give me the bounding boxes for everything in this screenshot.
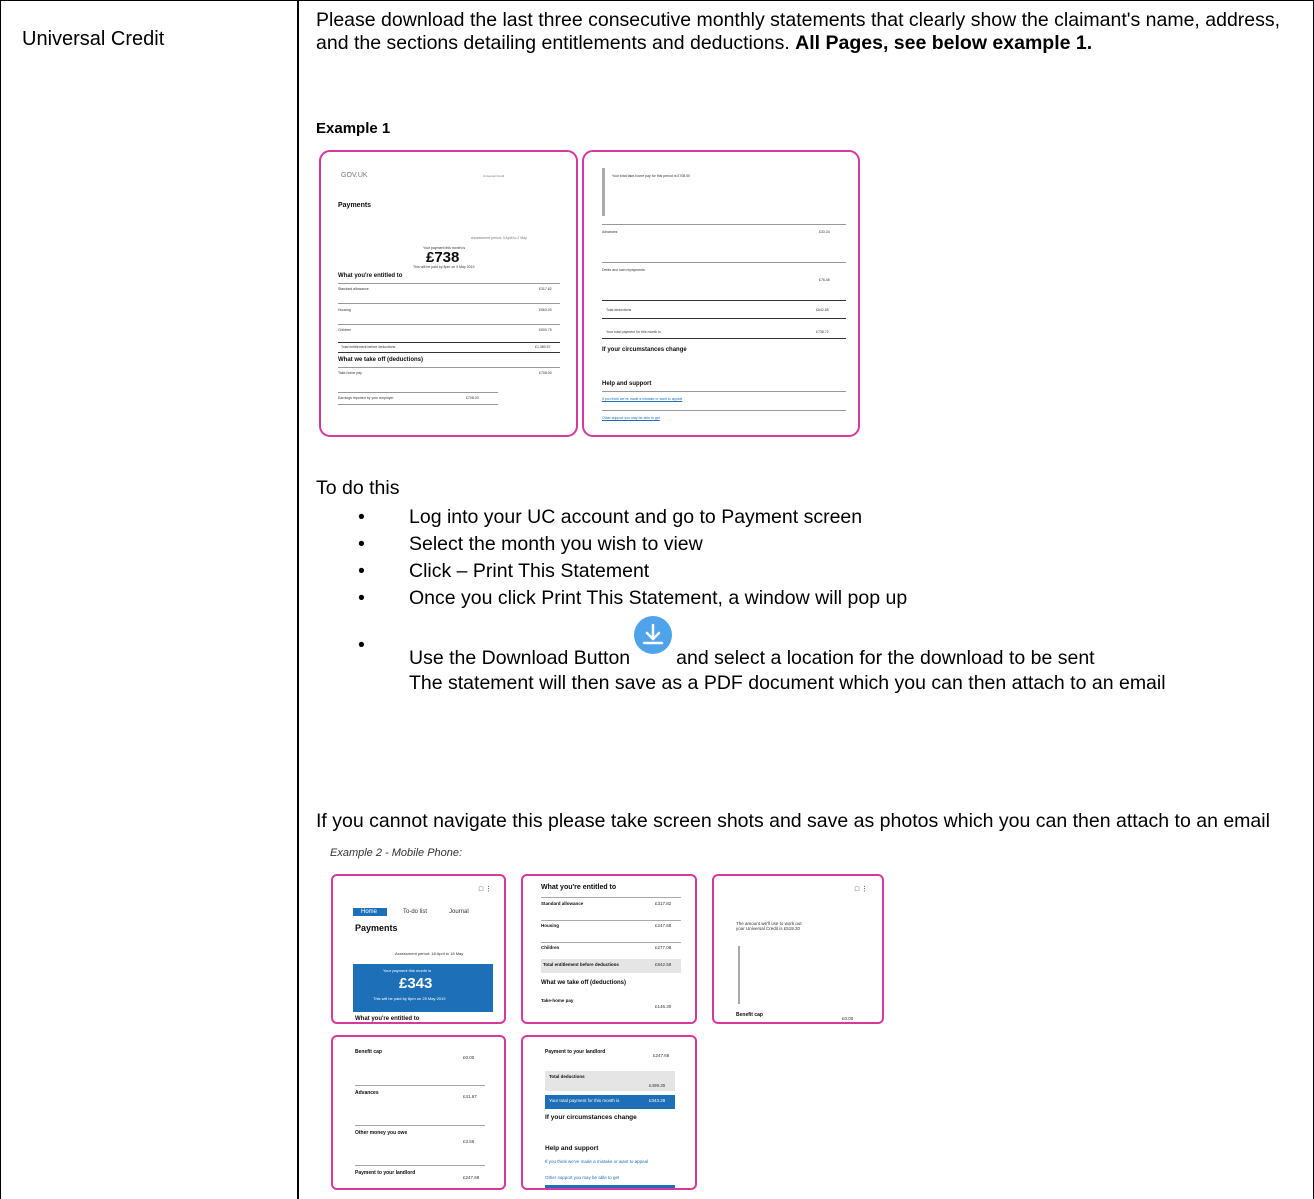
- fallback-paragraph: If you cannot navigate this please take …: [316, 810, 1270, 832]
- benefit-type-label: Universal Credit: [22, 28, 165, 50]
- example2-title: Example 2 - Mobile Phone:: [330, 847, 463, 859]
- example1-title: Example 1: [316, 120, 391, 137]
- intro-bold: All Pages, see below example 1.: [795, 32, 1093, 54]
- step-item: Select the month you wish to view: [316, 533, 1306, 556]
- todo-heading: To do this: [316, 477, 400, 499]
- phone-screenshot-2: What you're entitled to Standard allowan…: [521, 874, 697, 1024]
- step-item: Click – Print This Statement: [316, 560, 1306, 583]
- statement-amount: £738: [426, 249, 460, 266]
- phone-screenshot-5: Payment to your landlord £247.68 Total d…: [521, 1035, 697, 1190]
- steps-list: Log into your UC account and go to Payme…: [316, 506, 1306, 699]
- step-item: Log into your UC account and go to Payme…: [316, 506, 1306, 529]
- intro-paragraph: Please download the last three consecuti…: [316, 9, 1281, 54]
- appeal-link: If you think we've made a mistake or wan…: [602, 397, 683, 401]
- phone-screenshot-3: □ ⋮ The amount we'll use to work out you…: [712, 874, 884, 1024]
- govuk-logo: GOV.UK: [341, 172, 368, 179]
- statement-page-1: GOV.UK Universal Credit Payments Assessm…: [319, 150, 578, 437]
- instructions-cell: Please download the last three consecuti…: [316, 9, 1306, 55]
- download-arrow-icon: [634, 616, 673, 654]
- phone-screenshot-4: Benefit cap £0.00 Advances £41.67 Other …: [331, 1035, 506, 1190]
- statement-title: Payments: [338, 202, 372, 209]
- phone-screenshot-1: □ ⋮ Home To-do list Journal Payments Ass…: [331, 874, 506, 1024]
- support-link: Other support you may be able to get: [602, 416, 660, 420]
- step-item: Once you click Print This Statement, a w…: [316, 587, 1306, 610]
- step-item: Use the Download Buttonand select a loca…: [316, 616, 1306, 695]
- statement-page-2: Your total take-home pay for this period…: [582, 150, 860, 437]
- column-divider: [297, 0, 299, 1199]
